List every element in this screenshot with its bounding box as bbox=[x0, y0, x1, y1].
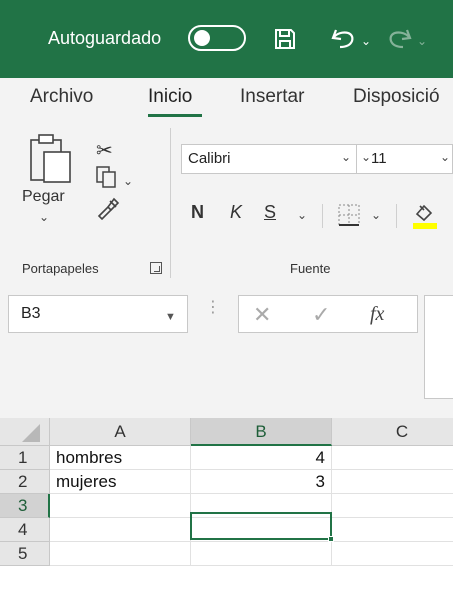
cell-c3[interactable] bbox=[332, 494, 453, 518]
name-box-dropdown-icon[interactable]: ▼ bbox=[165, 311, 176, 323]
column-header-c[interactable]: C bbox=[332, 418, 453, 446]
insert-function-icon[interactable]: fx bbox=[370, 303, 384, 326]
font-size-increase-chevron-icon[interactable]: ⌄ bbox=[440, 150, 450, 164]
font-size-select[interactable]: 11 bbox=[357, 144, 453, 174]
active-cell-selection[interactable] bbox=[190, 512, 334, 542]
copy-dropdown-chevron-icon[interactable]: ⌄ bbox=[123, 174, 133, 188]
cell-b1[interactable]: 4 bbox=[191, 446, 332, 470]
column-header-b[interactable]: B bbox=[191, 418, 332, 446]
paste-dropdown-chevron-icon[interactable]: ⌄ bbox=[39, 210, 49, 224]
format-painter-icon[interactable] bbox=[96, 196, 120, 225]
cell-b2[interactable]: 3 bbox=[191, 470, 332, 494]
autosave-toggle[interactable] bbox=[188, 25, 246, 51]
bold-button[interactable]: N bbox=[191, 202, 204, 223]
toolbar-separator bbox=[396, 204, 397, 228]
clipboard-dialog-launcher-icon[interactable] bbox=[150, 262, 162, 274]
row-header-4[interactable]: 4 bbox=[0, 518, 50, 542]
redo-dropdown-chevron-icon[interactable]: ⌄ bbox=[417, 34, 427, 48]
select-all-button[interactable] bbox=[0, 418, 50, 446]
save-icon[interactable] bbox=[273, 27, 297, 56]
fill-color-icon[interactable] bbox=[410, 200, 440, 235]
underline-dropdown-chevron-icon[interactable]: ⌄ bbox=[297, 208, 307, 222]
underline-button[interactable]: S bbox=[264, 202, 276, 223]
fill-handle[interactable] bbox=[328, 536, 334, 542]
group-separator bbox=[170, 128, 171, 278]
borders-dropdown-chevron-icon[interactable]: ⌄ bbox=[371, 208, 381, 222]
ribbon: Pegar ⌄ ✂ ⌄ Portapapeles Calibri ⌄ 11 ⌄ … bbox=[0, 124, 453, 284]
formula-input[interactable] bbox=[424, 295, 453, 399]
undo-icon[interactable] bbox=[330, 27, 358, 56]
row-header-5[interactable]: 5 bbox=[0, 542, 50, 566]
confirm-entry-icon[interactable]: ✓ bbox=[312, 302, 330, 328]
cell-c1[interactable] bbox=[332, 446, 453, 470]
cell-a4[interactable] bbox=[50, 518, 191, 542]
font-size-chevron-icon[interactable]: ⌄ bbox=[361, 150, 371, 164]
italic-button[interactable]: K bbox=[230, 202, 242, 223]
cancel-entry-icon[interactable]: ✕ bbox=[253, 302, 271, 328]
undo-dropdown-chevron-icon[interactable]: ⌄ bbox=[361, 34, 371, 48]
autosave-label: Autoguardado bbox=[48, 28, 162, 48]
spreadsheet-grid: A B C 1 hombres 4 2 mujeres 3 3 4 5 bbox=[0, 418, 453, 600]
formula-bar: B3 ▼ ⋮ ✕ ✓ fx bbox=[0, 284, 453, 406]
cell-c4[interactable] bbox=[332, 518, 453, 542]
font-group-label: Fuente bbox=[290, 261, 331, 276]
tab-archivo[interactable]: Archivo bbox=[30, 86, 93, 108]
cell-a2[interactable]: mujeres bbox=[50, 470, 191, 494]
active-tab-underline bbox=[148, 114, 202, 117]
cut-icon[interactable]: ✂ bbox=[96, 138, 113, 163]
select-all-triangle-icon bbox=[22, 424, 40, 442]
row-header-1[interactable]: 1 bbox=[0, 446, 50, 470]
borders-icon[interactable] bbox=[338, 204, 360, 231]
cell-c5[interactable] bbox=[332, 542, 453, 566]
paste-icon[interactable] bbox=[30, 132, 72, 189]
clipboard-group-label: Portapapeles bbox=[22, 261, 99, 276]
cell-b5[interactable] bbox=[191, 542, 332, 566]
font-name-select[interactable]: Calibri bbox=[181, 144, 357, 174]
title-bar: Autoguardado ⌄ ⌄ bbox=[0, 0, 453, 78]
tab-inicio[interactable]: Inicio bbox=[148, 86, 192, 108]
cell-a3[interactable] bbox=[50, 494, 191, 518]
cell-c2[interactable] bbox=[332, 470, 453, 494]
autosave-toggle-knob bbox=[194, 30, 210, 46]
redo-icon[interactable] bbox=[385, 27, 413, 56]
tab-insertar[interactable]: Insertar bbox=[240, 86, 304, 108]
ribbon-tabs: Archivo Inicio Insertar Disposició bbox=[0, 78, 453, 124]
cell-a5[interactable] bbox=[50, 542, 191, 566]
tab-disposicion[interactable]: Disposició bbox=[353, 86, 440, 108]
paste-button-label[interactable]: Pegar bbox=[22, 188, 65, 206]
row-header-2[interactable]: 2 bbox=[0, 470, 50, 494]
column-header-a[interactable]: A bbox=[50, 418, 191, 446]
row-header-3[interactable]: 3 bbox=[0, 494, 50, 518]
font-name-chevron-icon[interactable]: ⌄ bbox=[341, 150, 351, 164]
cell-a1[interactable]: hombres bbox=[50, 446, 191, 470]
copy-icon[interactable] bbox=[96, 166, 118, 193]
toolbar-separator bbox=[322, 204, 323, 228]
formula-bar-grip-icon[interactable]: ⋮ bbox=[205, 300, 221, 316]
name-box[interactable]: B3 bbox=[8, 295, 188, 333]
